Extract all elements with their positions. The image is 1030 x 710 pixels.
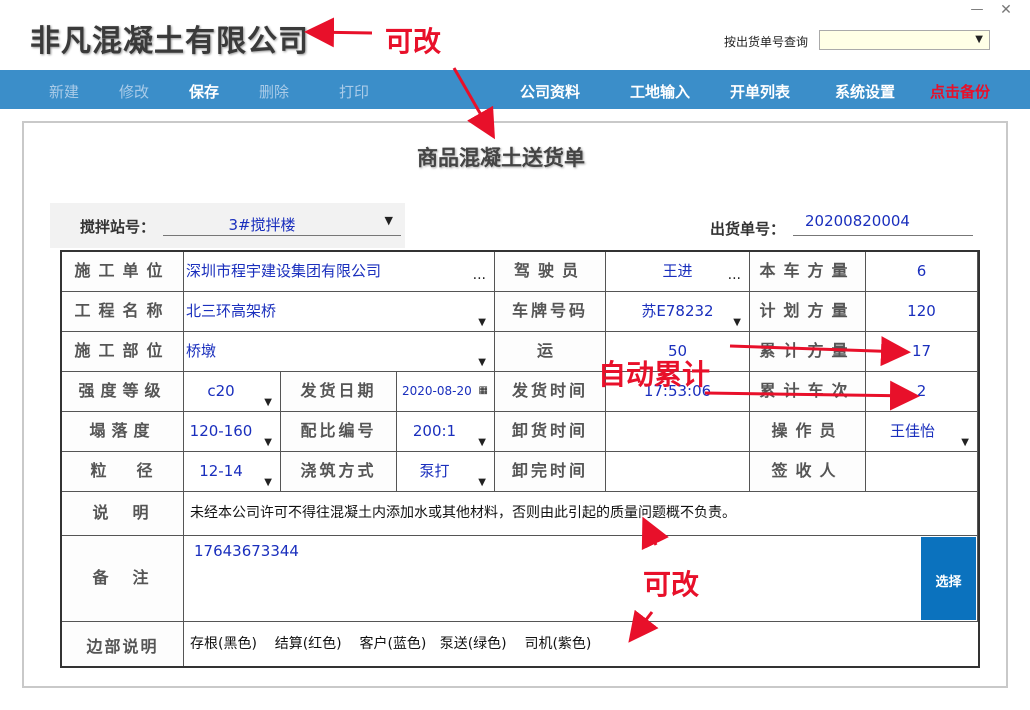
note-label: 说明 xyxy=(62,492,184,536)
delivery-form-table: 施工单位 深圳市程宇建设集团有限公司 ··· 驾驶员 王进 ··· 本车方量 6… xyxy=(60,250,980,668)
app-title: 非凡混凝土有限公司 xyxy=(30,24,309,59)
size-value: 12-14 xyxy=(199,462,243,480)
order-list-button[interactable]: 开单列表 xyxy=(730,81,790,102)
part-select[interactable]: 桥墩 ▼ xyxy=(184,332,495,372)
project-value: 北三环高架桥 xyxy=(186,302,277,320)
mix-label: 配比编号 xyxy=(281,412,397,452)
title-bar: 非凡混凝土有限公司 — ✕ 按出货单号查询 ▼ xyxy=(0,0,1030,70)
car-volume-field[interactable]: 6 xyxy=(866,252,978,292)
unload-end-label: 卸完时间 xyxy=(495,452,606,492)
station-select[interactable]: 3#搅拌楼 ▼ xyxy=(163,214,401,236)
driver-value: 王进 xyxy=(662,262,693,280)
company-info-button[interactable]: 公司资料 xyxy=(520,81,580,102)
cum-volume-label: 累计方量 xyxy=(750,332,866,372)
cum-trips-field: 2 xyxy=(866,372,978,412)
ship-time-label: 发货时间 xyxy=(495,372,606,412)
station-select-value: 3#搅拌楼 xyxy=(228,216,296,234)
size-label: 粒径 xyxy=(62,452,184,492)
system-settings-button[interactable]: 系统设置 xyxy=(835,81,895,102)
unit-field[interactable]: 深圳市程宇建设集团有限公司 ··· xyxy=(184,252,495,292)
annotation-editable-bottom: 可改 xyxy=(643,568,700,601)
form-title: 商品混凝土送货单 xyxy=(417,146,585,170)
distance-label: 运距 xyxy=(495,332,606,398)
annotation-editable-top: 可改 xyxy=(385,25,442,58)
slump-value: 120-160 xyxy=(189,422,253,440)
signer-field[interactable] xyxy=(866,452,978,492)
save-button[interactable]: 保存 xyxy=(189,81,219,102)
ship-date-picker[interactable]: 2020-08-20 ▦ xyxy=(397,372,495,412)
plan-volume-field[interactable]: 120 xyxy=(866,292,978,332)
part-value: 桥墩 xyxy=(186,342,217,360)
signer-label: 签收人 xyxy=(750,452,866,492)
chevron-down-icon: ▼ xyxy=(975,34,983,45)
operator-value: 王佳怡 xyxy=(889,422,935,440)
margin-label: 边部说明 xyxy=(62,622,184,666)
query-select[interactable]: ▼ xyxy=(819,30,990,50)
delete-button[interactable]: 删除 xyxy=(259,81,289,102)
unit-label: 施工单位 xyxy=(62,252,184,292)
remark-field[interactable]: 17643673344 xyxy=(184,536,978,622)
site-input-button[interactable]: 工地输入 xyxy=(630,81,690,102)
driver-label: 驾驶员 xyxy=(495,252,606,292)
unload-time-field[interactable] xyxy=(606,412,750,452)
calendar-icon[interactable]: ▦ xyxy=(479,372,488,410)
grade-value: c20 xyxy=(207,382,235,400)
print-button[interactable]: 打印 xyxy=(339,81,369,102)
operator-label: 操作员 xyxy=(750,412,866,452)
margin-field: 存根(黑色) 结算(红色) 客户(蓝色) 泵送(绿色) 司机(紫色) xyxy=(190,636,592,652)
pour-value: 泵打 xyxy=(419,462,450,480)
unload-end-field[interactable] xyxy=(606,452,750,492)
note-field[interactable]: 未经本公司许可不得往混凝土内添加水或其他材料，否则由此引起的质量问题概不负责。 xyxy=(184,492,978,536)
unit-value: 深圳市程宇建设集团有限公司 xyxy=(186,262,382,280)
pour-label: 浇筑方式 xyxy=(281,452,397,492)
slump-select[interactable]: 120-160 ▼ xyxy=(184,412,281,452)
unload-time-label: 卸货时间 xyxy=(495,412,606,452)
plate-value: 苏E78232 xyxy=(641,302,714,320)
select-button[interactable]: 选择 xyxy=(921,537,976,620)
chevron-down-icon: ▼ xyxy=(384,214,393,227)
driver-field[interactable]: 王进 ··· xyxy=(606,252,750,292)
part-label: 施工部位 xyxy=(62,332,184,372)
grade-label: 强度等级 xyxy=(62,372,184,412)
operator-select[interactable]: 王佳怡 ▼ xyxy=(866,412,978,452)
grade-select[interactable]: c20 ▼ xyxy=(184,372,281,412)
toolbar: 新建 修改 保存 删除 打印 公司资料 工地输入 开单列表 系统设置 点击备份 xyxy=(0,70,1030,109)
project-select[interactable]: 北三环高架桥 ▼ xyxy=(184,292,495,332)
plate-label: 车牌号码 xyxy=(495,292,606,332)
ship-no-label: 出货单号： xyxy=(710,220,786,238)
mix-select[interactable]: 200:1 ▼ xyxy=(397,412,495,452)
plate-select[interactable]: 苏E78232 ▼ xyxy=(606,292,750,332)
ship-date-label: 发货日期 xyxy=(281,372,397,412)
cum-trips-label: 累计车次 xyxy=(750,372,866,412)
car-volume-label: 本车方量 xyxy=(750,252,866,292)
station-label: 搅拌站号： xyxy=(80,218,156,236)
project-label: 工程名称 xyxy=(62,292,184,332)
remark-label: 备注 xyxy=(62,536,184,622)
minimize-button[interactable]: — xyxy=(966,2,988,20)
close-button[interactable]: ✕ xyxy=(995,2,1017,20)
mix-value: 200:1 xyxy=(412,422,457,440)
ship-date-value: 2020-08-20 xyxy=(402,384,472,398)
ship-no-field[interactable]: 20200820004 xyxy=(793,212,973,236)
new-button[interactable]: 新建 xyxy=(49,81,79,102)
annotation-auto-sum: 自动累计 xyxy=(598,358,711,391)
cum-volume-field: 17 xyxy=(866,332,978,372)
query-label: 按出货单号查询 xyxy=(724,35,809,49)
size-select[interactable]: 12-14 ▼ xyxy=(184,452,281,492)
backup-button[interactable]: 点击备份 xyxy=(930,81,990,102)
plan-volume-label: 计划方量 xyxy=(750,292,866,332)
pour-select[interactable]: 泵打 ▼ xyxy=(397,452,495,492)
slump-label: 塌落度 xyxy=(62,412,184,452)
edit-button[interactable]: 修改 xyxy=(119,81,149,102)
